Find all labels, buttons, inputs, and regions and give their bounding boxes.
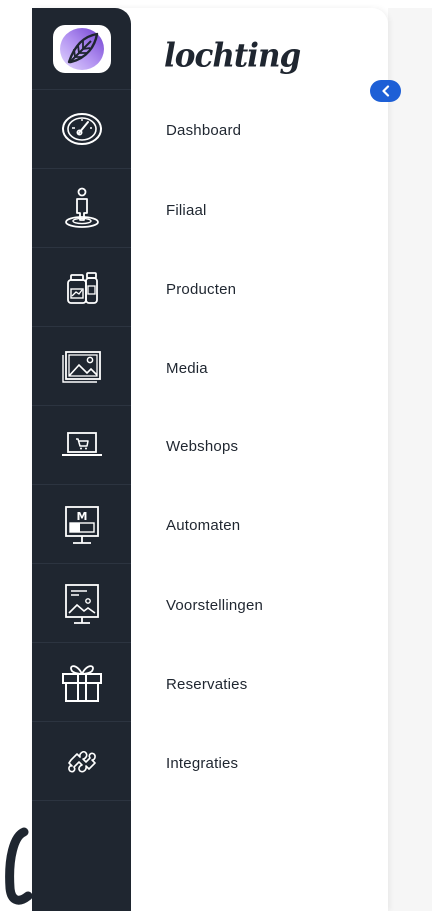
sidebar-item-dashboard[interactable]: Dashboard <box>166 122 241 139</box>
icon-rail: M <box>32 8 131 911</box>
vending-monitor-icon: M <box>65 506 99 544</box>
rail-item-automaten[interactable]: M <box>32 485 131 564</box>
sidebar-item-automaten[interactable]: Automaten <box>166 517 240 534</box>
partial-logo-glyph <box>5 827 32 905</box>
sidebar-item-filiaal[interactable]: Filiaal <box>166 202 207 219</box>
rail-item-dashboard[interactable] <box>32 90 131 169</box>
rail-logo <box>32 8 131 90</box>
sidebar-item-media[interactable]: Media <box>166 360 208 377</box>
rail-item-media[interactable] <box>32 327 131 406</box>
sidebar-item-integraties[interactable]: Integraties <box>166 755 238 772</box>
sidebar-item-voorstellingen[interactable]: Voorstellingen <box>166 597 263 614</box>
rail-item-producten[interactable] <box>32 248 131 327</box>
rail-item-voorstellingen[interactable] <box>32 564 131 643</box>
leaf-logo-icon <box>60 28 104 70</box>
main-content-area <box>388 8 432 911</box>
chevron-left-icon <box>382 85 390 97</box>
sidebar-item-webshops[interactable]: Webshops <box>166 438 238 455</box>
person-location-icon <box>65 187 99 228</box>
svg-text:M: M <box>77 510 88 523</box>
image-icon <box>62 351 101 383</box>
laptop-cart-icon <box>62 432 102 456</box>
rail-item-integraties[interactable] <box>32 722 131 801</box>
presentation-icon <box>65 584 99 624</box>
collapse-sidebar-button[interactable] <box>370 80 401 102</box>
rail-item-filiaal[interactable] <box>32 169 131 248</box>
logo-tile[interactable] <box>53 25 111 73</box>
rail-item-reservaties[interactable] <box>32 643 131 722</box>
puzzle-icon <box>68 750 96 773</box>
rail-item-webshops[interactable] <box>32 406 131 485</box>
gift-icon <box>62 665 102 702</box>
gauge-icon <box>62 113 102 145</box>
app-page: M lochting Dashboard Filiaal Producten M… <box>0 0 432 911</box>
brand-logo-wordmark: lochting <box>164 37 301 75</box>
products-icon <box>67 272 98 304</box>
sidebar-item-reservaties[interactable]: Reservaties <box>166 676 247 693</box>
sidebar-item-producten[interactable]: Producten <box>166 281 236 298</box>
